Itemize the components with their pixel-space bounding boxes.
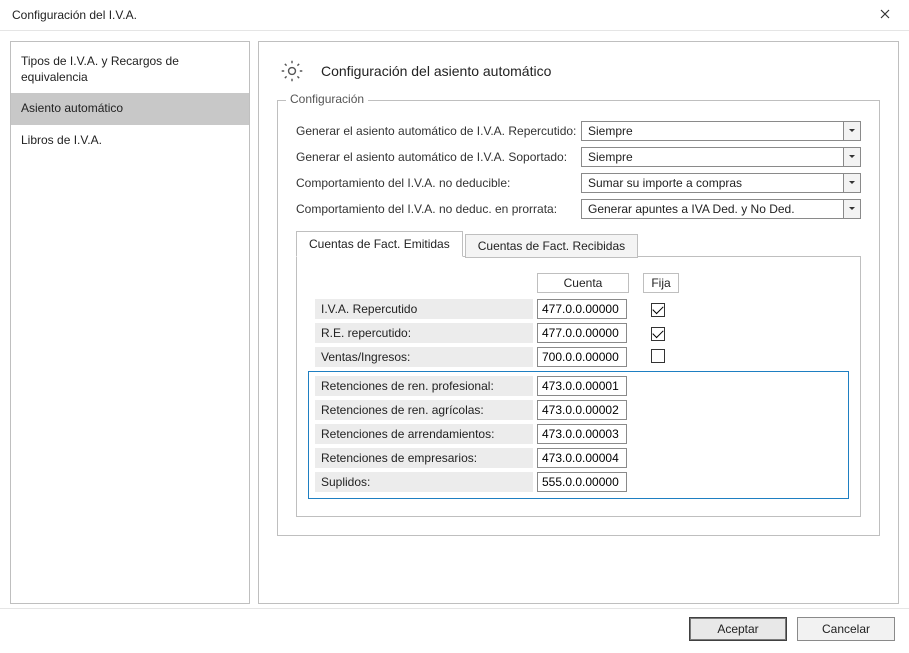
setting-label-soportado: Generar el asiento automático de I.V.A. …	[296, 150, 581, 164]
dropdown-value: Generar apuntes a IVA Ded. y No Ded.	[588, 202, 795, 216]
setting-label-prorrata: Comportamiento del I.V.A. no deduc. en p…	[296, 202, 581, 216]
setting-row: Generar el asiento automático de I.V.A. …	[296, 147, 861, 167]
grid-row: Suplidos:	[315, 472, 842, 492]
close-button[interactable]	[871, 1, 899, 29]
chevron-down-icon	[843, 122, 860, 140]
chevron-down-icon	[843, 174, 860, 192]
highlight-region: Retenciones de ren. profesional: Retenci…	[308, 371, 849, 499]
titlebar: Configuración del I.V.A.	[0, 0, 909, 31]
window: Configuración del I.V.A. Tipos de I.V.A.…	[0, 0, 909, 653]
dropdown-value: Siempre	[588, 150, 633, 164]
tab-recibidas[interactable]: Cuentas de Fact. Recibidas	[465, 234, 638, 258]
sidebar: Tipos de I.V.A. y Recargos de equivalenc…	[10, 41, 250, 604]
row-label: Suplidos:	[315, 472, 533, 492]
cuenta-input[interactable]	[537, 424, 627, 444]
grid-row: R.E. repercutido:	[315, 323, 842, 343]
row-label: Retenciones de empresarios:	[315, 448, 533, 468]
fija-checkbox[interactable]	[651, 327, 665, 341]
chevron-down-icon	[843, 148, 860, 166]
cuenta-input[interactable]	[537, 400, 627, 420]
grid-header: Cuenta Fija	[315, 273, 842, 293]
fija-checkbox[interactable]	[651, 303, 665, 317]
tab-content-emitidas: Cuenta Fija I.V.A. Repercutido R.E. repe…	[296, 257, 861, 517]
setting-label-no-deducible: Comportamiento del I.V.A. no deducible:	[296, 176, 581, 190]
dropdown-value: Sumar su importe a compras	[588, 176, 742, 190]
row-label: R.E. repercutido:	[315, 323, 533, 343]
dropdown-prorrata[interactable]: Generar apuntes a IVA Ded. y No Ded.	[581, 199, 861, 219]
cuenta-input[interactable]	[537, 347, 627, 367]
body: Tipos de I.V.A. y Recargos de equivalenc…	[0, 31, 909, 608]
row-label: Ventas/Ingresos:	[315, 347, 533, 367]
dropdown-soportado[interactable]: Siempre	[581, 147, 861, 167]
cuenta-input[interactable]	[537, 299, 627, 319]
grid-row: Retenciones de empresarios:	[315, 448, 842, 468]
setting-row: Generar el asiento automático de I.V.A. …	[296, 121, 861, 141]
grid-row: Retenciones de ren. profesional:	[315, 376, 842, 396]
row-label: Retenciones de arrendamientos:	[315, 424, 533, 444]
tabs: Cuentas de Fact. Emitidas Cuentas de Fac…	[296, 231, 861, 257]
setting-label-repercutido: Generar el asiento automático de I.V.A. …	[296, 124, 581, 138]
header-spacer	[315, 273, 537, 293]
ok-button[interactable]: Aceptar	[689, 617, 787, 641]
chevron-down-icon	[843, 200, 860, 218]
footer: Aceptar Cancelar	[0, 608, 909, 653]
groupbox-legend: Configuración	[286, 92, 368, 106]
settings-form: Generar el asiento automático de I.V.A. …	[296, 121, 861, 219]
setting-row: Comportamiento del I.V.A. no deducible: …	[296, 173, 861, 193]
grid-row: Ventas/Ingresos:	[315, 347, 842, 367]
row-label: Retenciones de ren. agrícolas:	[315, 400, 533, 420]
sidebar-item-libros-iva[interactable]: Libros de I.V.A.	[11, 125, 249, 157]
sidebar-item-tipos-iva[interactable]: Tipos de I.V.A. y Recargos de equivalenc…	[11, 46, 249, 93]
dropdown-repercutido[interactable]: Siempre	[581, 121, 861, 141]
sidebar-item-asiento-automatico[interactable]: Asiento automático	[11, 93, 249, 125]
window-title: Configuración del I.V.A.	[12, 8, 137, 22]
grid-row: Retenciones de ren. agrícolas:	[315, 400, 842, 420]
col-header-fija: Fija	[643, 273, 679, 293]
dropdown-value: Siempre	[588, 124, 633, 138]
page-header: Configuración del asiento automático	[277, 56, 880, 86]
col-header-cuenta: Cuenta	[537, 273, 629, 293]
cuenta-input[interactable]	[537, 376, 627, 396]
cuenta-input[interactable]	[537, 472, 627, 492]
main-panel: Configuración del asiento automático Con…	[258, 41, 899, 604]
cuenta-input[interactable]	[537, 448, 627, 468]
grid-row: Retenciones de arrendamientos:	[315, 424, 842, 444]
cancel-button[interactable]: Cancelar	[797, 617, 895, 641]
close-icon	[880, 8, 890, 22]
config-groupbox: Configuración Generar el asiento automát…	[277, 100, 880, 536]
row-label: I.V.A. Repercutido	[315, 299, 533, 319]
tab-emitidas[interactable]: Cuentas de Fact. Emitidas	[296, 231, 463, 257]
dropdown-no-deducible[interactable]: Sumar su importe a compras	[581, 173, 861, 193]
row-label: Retenciones de ren. profesional:	[315, 376, 533, 396]
grid-row: I.V.A. Repercutido	[315, 299, 842, 319]
page-title: Configuración del asiento automático	[321, 63, 551, 79]
fija-checkbox[interactable]	[651, 349, 665, 363]
cuenta-input[interactable]	[537, 323, 627, 343]
setting-row: Comportamiento del I.V.A. no deduc. en p…	[296, 199, 861, 219]
gear-icon	[277, 56, 307, 86]
